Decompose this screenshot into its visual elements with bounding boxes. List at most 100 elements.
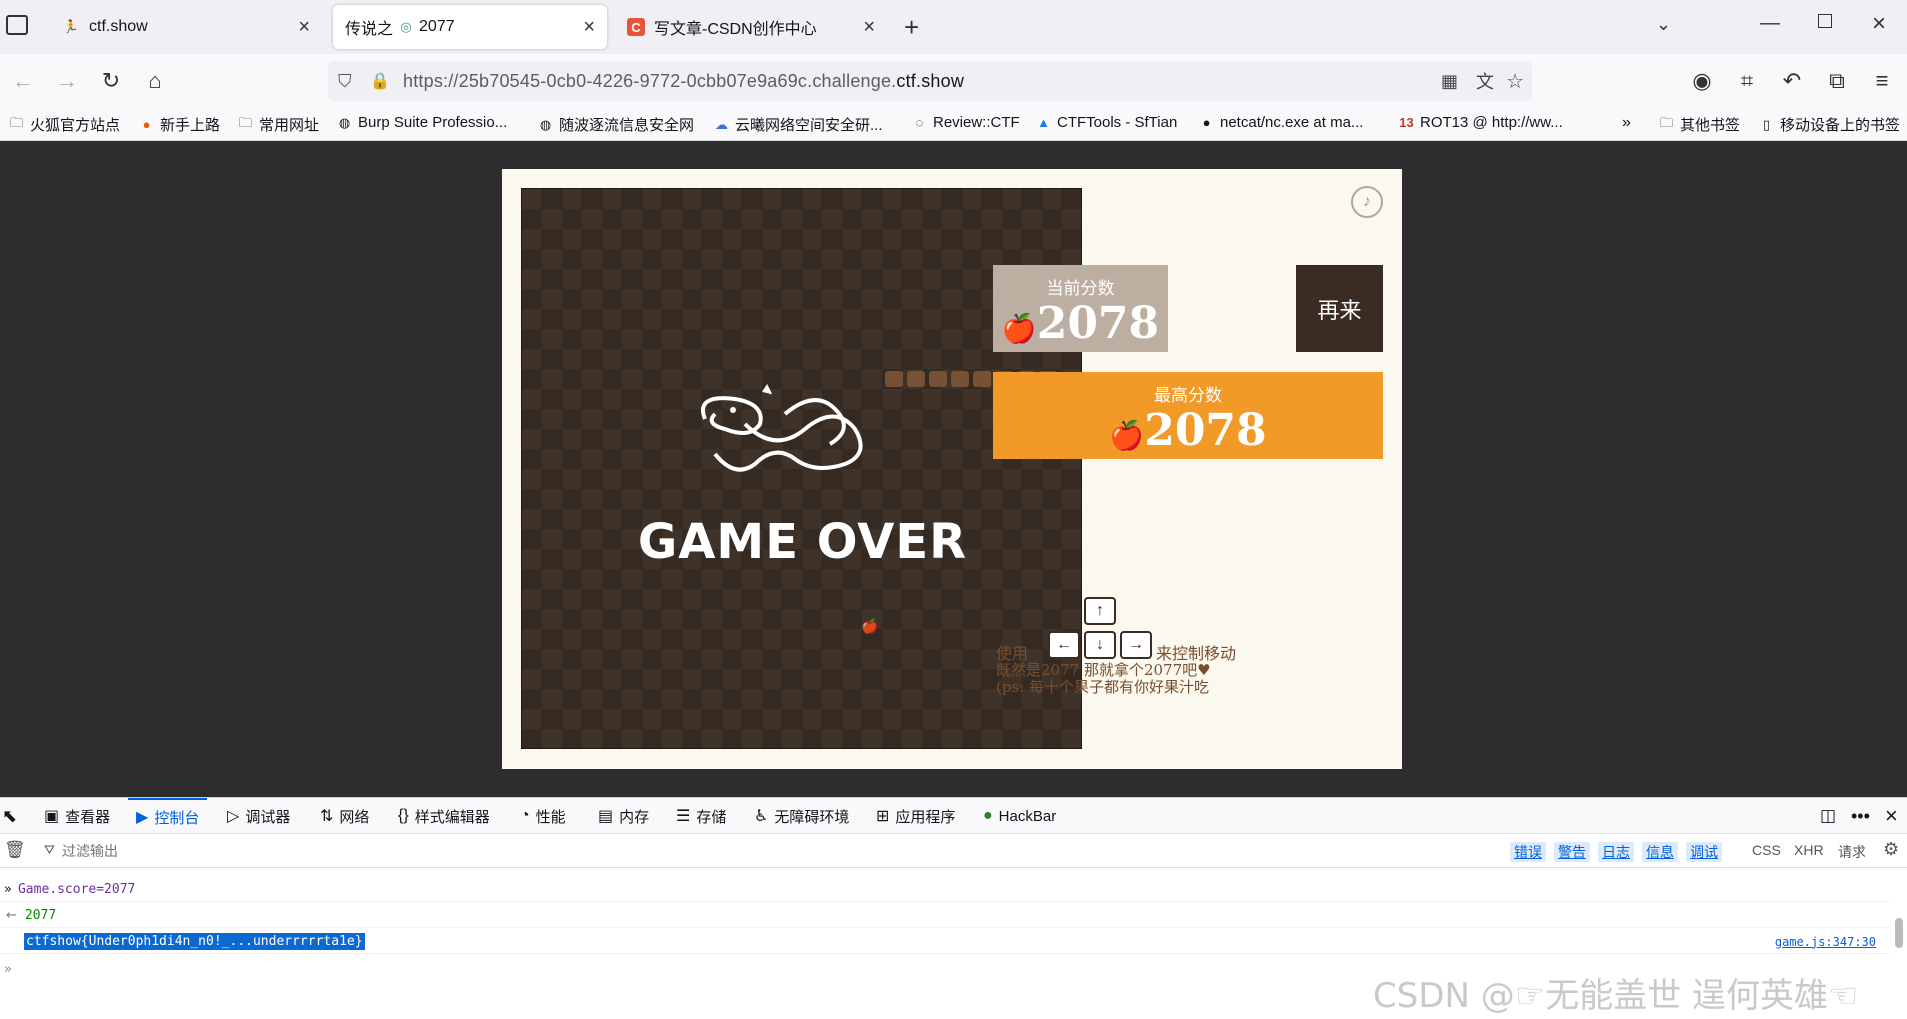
csdn-icon: C (627, 18, 645, 36)
forward-icon[interactable]: → (52, 66, 82, 96)
bookmark-item[interactable]: 13 ROT13 @ http://ww... (1398, 114, 1563, 131)
tab-style-editor[interactable]: {} 样式编辑器 (398, 798, 490, 834)
source-link[interactable]: game.js:347:30 (1775, 935, 1876, 949)
console-scrollbar[interactable] (1895, 918, 1903, 948)
settings-gear-icon[interactable]: ⚙ (1883, 839, 1899, 860)
debugger-icon: ▷ (227, 808, 240, 825)
dock-icon[interactable]: ◫ (1820, 798, 1836, 834)
filter-xhr[interactable]: XHR (1794, 842, 1824, 858)
tab-ctfshow[interactable]: 🏃 ctf.show × (50, 5, 322, 49)
tab-storage[interactable]: ☰ 存储 (676, 798, 726, 834)
bookmark-item[interactable]: ◍ Burp Suite Professio... (336, 114, 507, 131)
bookmark-item[interactable]: 🗀 常用网址 (237, 114, 319, 135)
tab-label: 控制台 (154, 809, 200, 827)
tab-csdn[interactable]: C 写文章-CSDN创作中心 × (615, 5, 887, 49)
filter-css[interactable]: CSS (1752, 842, 1781, 858)
bookmark-label: 移动设备上的书签 (1780, 117, 1901, 134)
tab-title: 传说之 (345, 21, 394, 38)
extensions-icon[interactable]: ⧉ (1822, 66, 1852, 96)
hint-line-3: (ps: 每十个果子都有你好果汁吃 (996, 678, 1209, 696)
bookmark-label: Burp Suite Professio... (358, 114, 508, 131)
tab-hackbar[interactable]: ● HackBar (983, 798, 1056, 834)
minimize-button[interactable]: — (1760, 12, 1780, 35)
bookmark-item[interactable]: ● 新手上路 (138, 114, 220, 135)
music-toggle-icon[interactable]: ♪ (1351, 186, 1383, 218)
globe-icon: ◍ (338, 114, 351, 130)
bookmark-item[interactable]: ◍ 随波逐流信息安全网 (537, 114, 694, 135)
account-icon[interactable]: ◉ (1687, 66, 1717, 96)
tab-label: 性能 (535, 808, 566, 826)
new-tab-button[interactable]: + (904, 12, 919, 43)
apps-grid-icon: ⊞ (876, 808, 890, 825)
shield-icon[interactable]: ⛉ (338, 71, 352, 92)
tab-title-suffix: 2077 (419, 18, 455, 35)
tab-console[interactable]: ▶ 控制台 (128, 798, 208, 834)
tab-inspector[interactable]: ▣ 查看器 (44, 798, 110, 834)
back-icon[interactable]: ← (8, 66, 38, 96)
reload-icon[interactable]: ↻ (96, 66, 126, 96)
level-info[interactable]: 信息 (1642, 842, 1678, 862)
close-icon[interactable]: × (863, 16, 875, 39)
tab-performance[interactable]: ◔ 性能 (520, 798, 566, 834)
filter-requests[interactable]: 请求 (1838, 842, 1866, 862)
close-window-button[interactable]: × (1872, 10, 1886, 38)
element-picker-icon[interactable]: ⬉ (2, 798, 17, 834)
bookmark-item[interactable]: 🗀 火狐官方站点 (8, 114, 120, 135)
tab-label: 存储 (696, 808, 727, 826)
tab-label: 内存 (619, 808, 650, 826)
restart-button[interactable]: 再来 (1296, 265, 1383, 352)
tab-2077[interactable]: 传说之 ◎ 2077 × (333, 5, 607, 49)
trash-icon[interactable]: 🗑 (4, 840, 26, 860)
rot13-icon: 13 (1399, 115, 1414, 130)
list-all-tabs-icon[interactable]: ⌄ (1656, 14, 1671, 35)
github-icon: ● (1202, 115, 1211, 130)
crop-icon[interactable]: ⌗ (1732, 66, 1762, 96)
bookmark-label: netcat/nc.exe at ma... (1220, 114, 1364, 131)
tab-network[interactable]: ⇅ 网络 (320, 798, 369, 834)
tab-memory[interactable]: ▤ 内存 (598, 798, 649, 834)
close-devtools-icon[interactable]: × (1885, 798, 1898, 834)
globe-icon: ◍ (539, 116, 552, 132)
lock-icon[interactable]: 🔒 (370, 71, 390, 91)
restore-button[interactable] (1818, 14, 1832, 28)
more-options-icon[interactable]: ••• (1851, 798, 1870, 834)
home-icon[interactable]: ⌂ (140, 66, 170, 96)
qr-code-icon[interactable]: ▦ (1441, 71, 1458, 92)
level-debug[interactable]: 调试 (1686, 842, 1722, 862)
tab-list-icon[interactable] (6, 15, 28, 35)
url-bar[interactable]: ⛉ 🔒 https://25b70545-0cb0-4226-9772-0cbb… (328, 61, 1532, 101)
level-error[interactable]: 错误 (1510, 842, 1546, 862)
tab-label: 无障碍环境 (774, 808, 850, 826)
level-warning[interactable]: 警告 (1554, 842, 1590, 862)
flag-output[interactable]: ctfshow{Under0ph1di4n_n0!_...underrrrrta… (24, 933, 365, 950)
tab-debugger[interactable]: ▷ 调试器 (227, 798, 290, 834)
filter-input[interactable] (62, 840, 362, 862)
undo-icon[interactable]: ↶ (1777, 66, 1807, 96)
menu-icon[interactable]: ≡ (1867, 66, 1897, 96)
tab-title: 写文章-CSDN创作中心 (654, 21, 817, 38)
bookmark-item[interactable]: ◌ Review::CTF (911, 114, 1020, 131)
bookmark-star-icon[interactable]: ☆ (1506, 69, 1524, 94)
review-icon: ◌ (915, 115, 924, 130)
devtools-tabs: ⬉ ▣ 查看器 ▶ 控制台 ▷ 调试器 ⇅ 网络 {} 样式编辑器 ◔ 性能 ▤ 内存 ☰ 存储… (0, 798, 1907, 834)
level-log[interactable]: 日志 (1598, 842, 1634, 862)
game-over-title: GAME OVER (637, 514, 968, 570)
tab-application[interactable]: ⊞ 应用程序 (876, 798, 955, 834)
console-icon: ▶ (136, 809, 149, 826)
performance-icon: ◔ (520, 807, 530, 824)
close-icon[interactable]: × (583, 16, 595, 39)
bookmark-item[interactable]: 🗀 其他书签 (1658, 114, 1740, 135)
close-icon[interactable]: × (298, 16, 310, 39)
hackbar-icon: ● (983, 807, 993, 824)
current-score-label: 当前分数 (1046, 279, 1115, 299)
result-arrow-icon: ← (6, 908, 17, 923)
bookmark-item[interactable]: ▲ CTFTools - SfTian (1035, 114, 1177, 131)
bookmark-item[interactable]: ☁ 云曦网络空间安全研... (713, 114, 883, 135)
tab-accessibility[interactable]: ♿ 无障碍环境 (754, 798, 849, 834)
translate-icon[interactable]: 文 (1476, 68, 1494, 94)
bookmark-item[interactable]: ● netcat/nc.exe at ma... (1198, 114, 1364, 131)
bookmark-item[interactable]: ▯ 移动设备上的书签 (1758, 114, 1900, 135)
bookmark-label: CTFTools - SfTian (1057, 114, 1178, 131)
bookmark-label: 新手上路 (160, 117, 221, 134)
more-bookmarks-icon[interactable]: » (1622, 114, 1631, 132)
